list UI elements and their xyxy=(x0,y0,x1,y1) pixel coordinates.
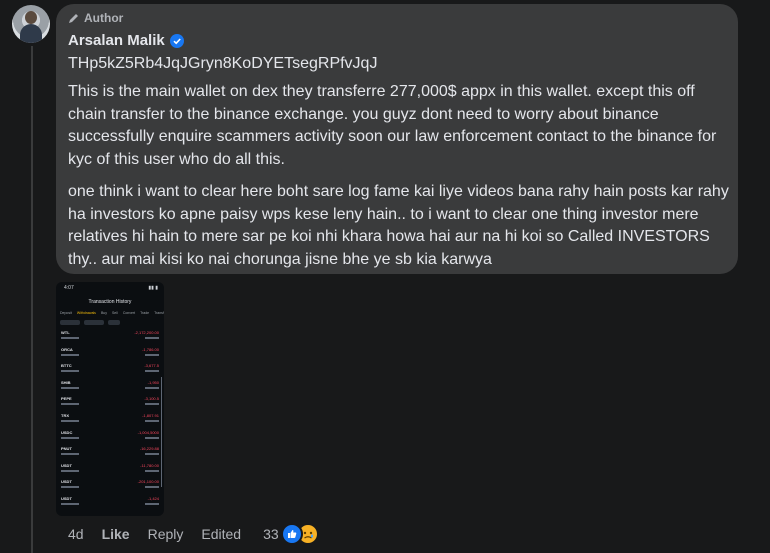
thread-line xyxy=(31,46,33,553)
status-icons: ▮▮ ▮ xyxy=(148,285,158,291)
transaction-coin: PNUT xyxy=(61,446,79,456)
screenshot-tabs: Deposit Withdrawals Buy Sell Convert Tra… xyxy=(60,311,164,315)
thumbs-up-icon xyxy=(280,523,303,545)
transaction-amount: -1,950 xyxy=(145,380,159,389)
transaction-coin: ORCA xyxy=(61,347,79,356)
author-badge: Author xyxy=(68,11,123,25)
transaction-amount: -11,780.00 xyxy=(140,463,159,472)
pencil-icon xyxy=(69,14,78,23)
transaction-amount: -1,786.00 xyxy=(142,347,159,356)
verified-icon xyxy=(169,33,184,48)
comment-text-line-1: THp5kZ5Rb4JqJGryn8KoDYETsegRPfvJqJ xyxy=(68,55,378,72)
author-badge-label: Author xyxy=(84,11,124,25)
transaction-row: USDT -11,780.00 xyxy=(56,463,164,480)
transaction-coin: USDC xyxy=(61,430,79,439)
transaction-row: WTL -2,172,200.00 xyxy=(56,330,164,347)
timestamp[interactable]: 4d xyxy=(68,526,84,542)
screenshot-filters xyxy=(56,315,164,330)
comment-actions: 4d Like Reply Edited 33 xyxy=(68,523,319,545)
transaction-coin: USDT xyxy=(61,479,79,489)
transaction-row: USDT -201,100.00 xyxy=(56,479,164,496)
comment-text-paragraph-2: one think i want to clear here boht sare… xyxy=(68,183,729,268)
edited-label[interactable]: Edited xyxy=(201,526,241,542)
screenshot-rows: WTL -2,172,200.00 ORCA -1,786.00 BTTC -3,677.… xyxy=(56,330,164,513)
reaction-count: 33 xyxy=(263,526,279,542)
like-button[interactable]: Like xyxy=(102,526,130,542)
comment-bubble: Author Arsalan Malik THp5kZ5Rb4JqJGryn8K… xyxy=(56,4,738,274)
transaction-row: ORCA -1,786.00 xyxy=(56,347,164,364)
transaction-amount: -1,424 xyxy=(145,496,159,505)
transaction-row: USDT -1,424 xyxy=(56,496,164,513)
status-time: 4:07 xyxy=(64,285,74,291)
transaction-coin: TRX xyxy=(61,413,79,422)
reply-button[interactable]: Reply xyxy=(148,526,184,542)
transaction-coin: PEPE xyxy=(61,396,79,406)
transaction-coin: BTTC xyxy=(61,363,79,373)
author-name[interactable]: Arsalan Malik xyxy=(68,32,165,49)
transaction-row: TRX -1,807.91 xyxy=(56,413,164,430)
transaction-amount: -3,100.5 xyxy=(144,396,159,406)
transaction-coin: USDT xyxy=(61,463,79,472)
reactions[interactable]: 33 xyxy=(263,523,319,545)
transaction-amount: -16,229.88 xyxy=(140,446,159,456)
transaction-amount: -3,677.5 xyxy=(144,363,159,373)
transaction-coin: USDT xyxy=(61,496,79,505)
transaction-row: BTTC -3,677.5 xyxy=(56,363,164,380)
transaction-coin: SHIB xyxy=(61,380,79,389)
transaction-row: USDC -1,004,5000 xyxy=(56,430,164,447)
attached-screenshot[interactable]: 4:07 ▮▮ ▮ Transaction History Deposit Wi… xyxy=(56,282,164,516)
transaction-row: PNUT -16,229.88 xyxy=(56,446,164,463)
avatar[interactable] xyxy=(12,5,50,43)
screenshot-scrollbar xyxy=(160,377,162,487)
transaction-row: PEPE -3,100.5 xyxy=(56,396,164,413)
transaction-amount: -201,100.00 xyxy=(138,479,159,489)
transaction-amount: -2,172,200.00 xyxy=(134,330,159,339)
transaction-coin: WTL xyxy=(61,330,79,339)
transaction-row: SHIB -1,950 xyxy=(56,380,164,397)
transaction-amount: -1,004,5000 xyxy=(138,430,159,439)
comment-text-paragraph-1: This is the main wallet on dex they tran… xyxy=(68,83,717,168)
transaction-amount: -1,807.91 xyxy=(142,413,159,422)
